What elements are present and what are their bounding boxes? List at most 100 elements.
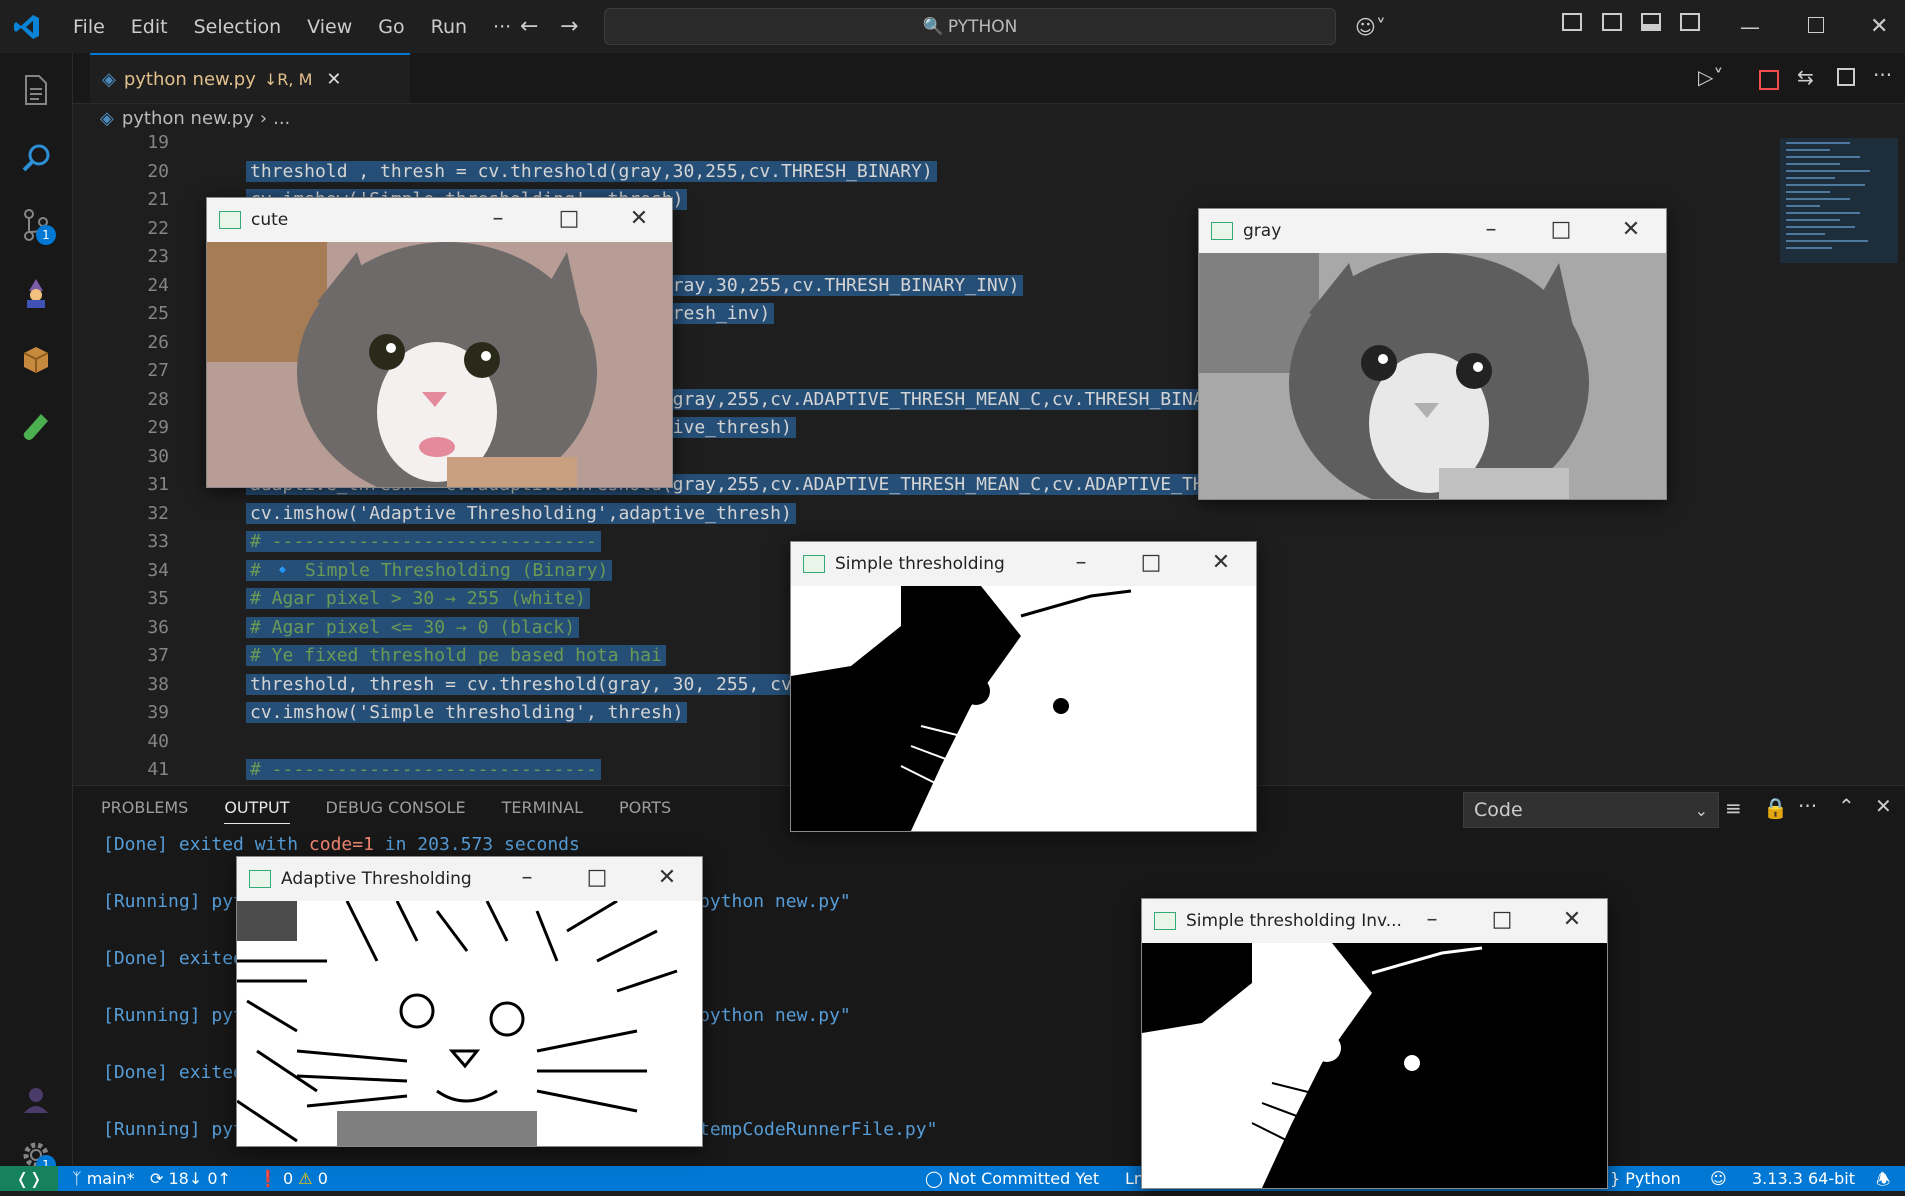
- wizard-icon[interactable]: [14, 271, 58, 315]
- minimize-icon[interactable]: –: [478, 206, 518, 231]
- code-line[interactable]: # Agar pixel <= 30 → 0 (black): [246, 616, 580, 638]
- python-version[interactable]: 3.13.3 64-bit: [1752, 1169, 1855, 1188]
- maximize-icon[interactable]: □: [1131, 550, 1171, 575]
- minimize-icon[interactable]: –: [1061, 550, 1101, 575]
- extensions-package-icon[interactable]: [14, 338, 58, 382]
- copilot-status-icon[interactable]: ☺: [1710, 1169, 1727, 1188]
- code-line[interactable]: cv.imshow('Adaptive Thresholding',adapti…: [246, 502, 796, 524]
- window-app-icon: [249, 870, 271, 888]
- error-icon: ❗: [258, 1169, 278, 1188]
- menu-run[interactable]: Run: [418, 16, 480, 38]
- toggle-secondary-sidebar-icon[interactable]: [1680, 13, 1700, 31]
- window-titlebar[interactable]: Simple thresholding – □ ✕: [791, 542, 1256, 586]
- tab-python-new[interactable]: ◈ python new.py ↓R, M ✕: [90, 53, 410, 103]
- window-simple-thresholding-inv[interactable]: Simple thresholding Inv... – □ ✕: [1141, 898, 1608, 1189]
- restore-window-icon[interactable]: [1808, 17, 1824, 33]
- code-line[interactable]: threshold , thresh = cv.threshold(gray,3…: [246, 160, 937, 182]
- minimize-window-icon[interactable]: —: [1740, 15, 1760, 39]
- window-adaptive-thresholding[interactable]: Adaptive Thresholding – □ ✕: [236, 856, 703, 1147]
- maximize-icon[interactable]: □: [1482, 907, 1522, 932]
- maximize-icon[interactable]: □: [577, 865, 617, 890]
- search-view-icon[interactable]: [14, 136, 58, 180]
- window-gray[interactable]: gray – □ ✕: [1198, 208, 1667, 500]
- testing-flask-icon[interactable]: [14, 405, 58, 449]
- code-line[interactable]: # Agar pixel > 30 → 255 (white): [246, 588, 590, 609]
- layout-panel-icon[interactable]: [1562, 13, 1582, 31]
- commit-icon: ◯: [925, 1169, 943, 1188]
- window-titlebar[interactable]: Simple thresholding Inv... – □ ✕: [1142, 899, 1607, 943]
- close-icon[interactable]: ✕: [1552, 907, 1592, 932]
- copilot-icon[interactable]: ☺˅: [1355, 15, 1386, 39]
- close-icon[interactable]: ✕: [1201, 550, 1241, 575]
- window-simple-thresholding[interactable]: Simple thresholding – □ ✕: [790, 541, 1257, 832]
- branch-status[interactable]: ᛉ main*: [72, 1169, 135, 1188]
- clear-output-icon[interactable]: ≡: [1725, 796, 1742, 820]
- code-line[interactable]: # 🔹 Simple Thresholding (Binary): [246, 559, 613, 581]
- forward-arrow-icon[interactable]: →: [560, 14, 578, 39]
- code-line[interactable]: # ------------------------------: [246, 531, 601, 552]
- close-window-icon[interactable]: ✕: [1870, 14, 1888, 39]
- window-app-icon: [1211, 222, 1233, 240]
- lock-icon[interactable]: 🔒: [1763, 796, 1788, 820]
- menu-selection[interactable]: Selection: [181, 16, 295, 38]
- breadcrumb-file[interactable]: python new.py: [122, 108, 254, 129]
- line-number: 26: [147, 331, 169, 353]
- minimap[interactable]: [1780, 138, 1898, 263]
- breadcrumb[interactable]: ◈ python new.py › ...: [100, 108, 290, 129]
- simple-threshold-inv-image: [1142, 943, 1607, 1188]
- source-control-icon[interactable]: 1: [14, 203, 58, 247]
- window-titlebar[interactable]: cute – □ ✕: [207, 198, 672, 242]
- minimize-icon[interactable]: –: [1471, 217, 1511, 242]
- minimize-icon[interactable]: –: [507, 865, 547, 890]
- remote-icon[interactable]: ❬❭: [0, 1166, 58, 1191]
- split-editor-icon[interactable]: [1837, 68, 1855, 86]
- close-icon[interactable]: ✕: [1611, 217, 1651, 242]
- window-cute[interactable]: cute – □ ✕: [206, 197, 673, 488]
- tab-problems[interactable]: PROBLEMS: [101, 798, 188, 824]
- run-python-icon[interactable]: ▷˅: [1698, 65, 1723, 89]
- menu-more[interactable]: ···: [480, 16, 524, 38]
- maximize-icon[interactable]: □: [549, 206, 589, 231]
- close-icon[interactable]: ✕: [619, 206, 659, 231]
- tab-label: python new.py: [123, 68, 256, 90]
- language-mode[interactable]: } Python: [1610, 1169, 1681, 1188]
- close-panel-icon[interactable]: ✕: [1875, 794, 1892, 818]
- stop-icon[interactable]: [1759, 70, 1779, 90]
- error-count: 0: [283, 1169, 294, 1188]
- menu-view[interactable]: View: [294, 16, 365, 38]
- window-titlebar[interactable]: gray – □ ✕: [1199, 209, 1666, 253]
- notifications-bell-icon[interactable]: 🕭: [1876, 1169, 1890, 1196]
- window-titlebar[interactable]: Adaptive Thresholding – □ ✕: [237, 857, 702, 901]
- breadcrumb-rest[interactable]: ...: [273, 108, 290, 129]
- explorer-icon[interactable]: [14, 68, 58, 112]
- code-line[interactable]: # ------------------------------: [246, 759, 601, 780]
- close-icon[interactable]: ✕: [647, 865, 687, 890]
- menu-file[interactable]: File: [60, 16, 118, 38]
- menu-go[interactable]: Go: [365, 16, 417, 38]
- more-actions-icon[interactable]: ···: [1798, 794, 1817, 818]
- minimize-icon[interactable]: –: [1412, 907, 1452, 932]
- status-bar: ❬❭ ᛉ main* ⟳ 18↓ 0↑ ❗ 0 ⚠ 0 ◯ Not Commit…: [0, 1166, 1905, 1191]
- toggle-sidebar-icon[interactable]: [1602, 13, 1622, 31]
- compare-changes-icon[interactable]: ⇆: [1797, 65, 1814, 89]
- tab-output[interactable]: OUTPUT: [224, 798, 290, 824]
- problems-status[interactable]: ❗ 0 ⚠ 0: [258, 1169, 328, 1188]
- line-number: 28: [147, 388, 169, 410]
- code-line[interactable]: cv.imshow('Simple thresholding', thresh): [246, 702, 688, 723]
- back-arrow-icon[interactable]: ←: [520, 14, 538, 39]
- tab-terminal[interactable]: TERMINAL: [502, 798, 583, 824]
- tab-debug-console[interactable]: DEBUG CONSOLE: [326, 798, 466, 824]
- toggle-panel-icon[interactable]: [1641, 13, 1661, 31]
- close-tab-icon[interactable]: ✕: [326, 69, 341, 90]
- output-channel-select[interactable]: Code ⌄: [1463, 792, 1719, 828]
- more-actions-icon[interactable]: ···: [1873, 63, 1892, 87]
- code-line[interactable]: # Ye fixed threshold pe based hota hai: [246, 645, 666, 666]
- maximize-panel-icon[interactable]: ⌃: [1838, 794, 1855, 818]
- maximize-icon[interactable]: □: [1541, 217, 1581, 242]
- menu-edit[interactable]: Edit: [118, 16, 181, 38]
- account-icon[interactable]: [14, 1078, 58, 1122]
- sync-status[interactable]: ⟳ 18↓ 0↑: [150, 1169, 231, 1188]
- tab-ports[interactable]: PORTS: [619, 798, 671, 824]
- command-center-search[interactable]: 🔍 PYTHON: [604, 8, 1336, 45]
- git-blame-status[interactable]: ◯ Not Committed Yet: [925, 1169, 1099, 1188]
